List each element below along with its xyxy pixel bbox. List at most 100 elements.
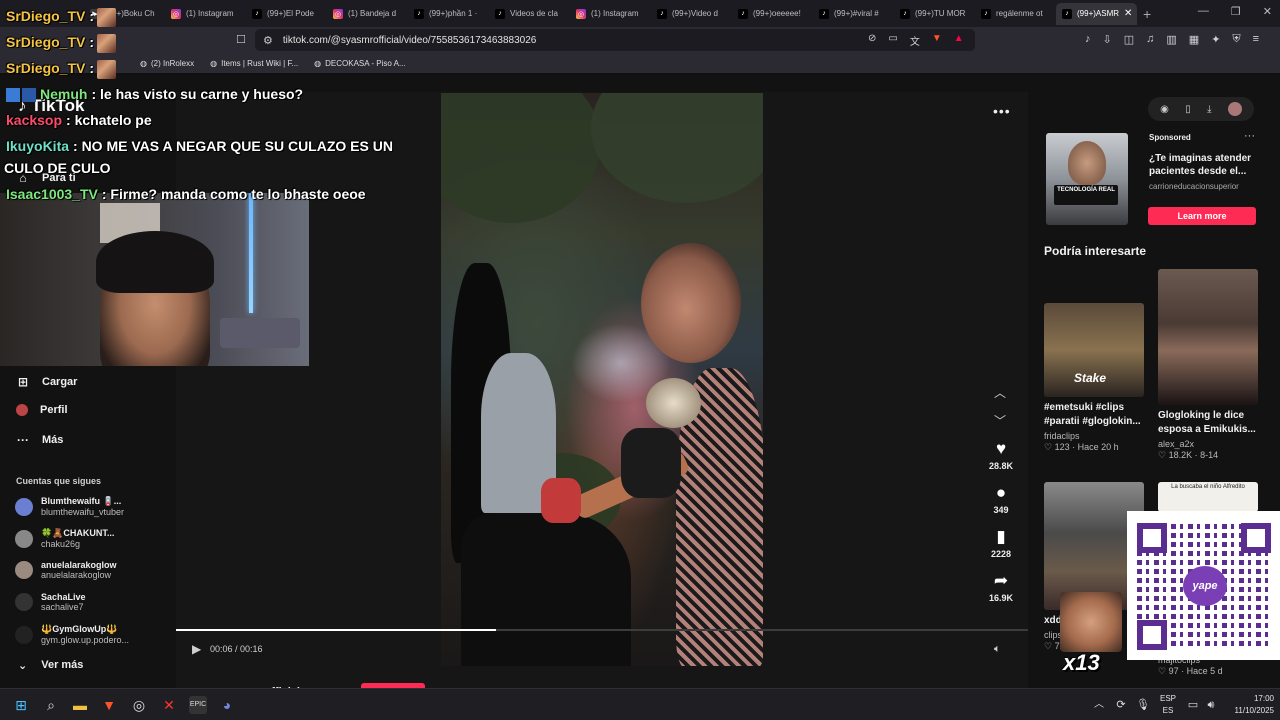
download-icon[interactable]: ⤓ bbox=[1207, 104, 1211, 115]
following-account[interactable]: 🔱GymGlowUp🔱 gym.glow.up.podero... bbox=[15, 624, 129, 645]
suggestion-card[interactable]: La buscaba el niño Alfredito bbox=[1158, 482, 1258, 512]
video-frame[interactable] bbox=[441, 93, 763, 666]
multiplier-text: x13 bbox=[1063, 650, 1100, 675]
browser-tab[interactable]: ♪ regálenme ot bbox=[975, 3, 1056, 25]
sync-icon[interactable]: ⟳ bbox=[1112, 696, 1130, 714]
language-indicator[interactable]: ESP ES bbox=[1160, 693, 1176, 717]
no-tracking-icon[interactable]: ⊘ bbox=[868, 33, 876, 48]
record-icon[interactable]: ◉ bbox=[1160, 104, 1169, 115]
leo-ai-icon[interactable]: ✦ bbox=[1211, 33, 1220, 46]
more-options-icon[interactable]: ••• bbox=[993, 103, 1011, 119]
network-icon[interactable]: ▭ bbox=[1184, 696, 1202, 714]
browser-tab[interactable]: ♪ (99+)TU MOR bbox=[894, 3, 975, 25]
ad-thumbnail[interactable]: TECNOLOGÍA REAL bbox=[1046, 133, 1128, 225]
music-icon[interactable]: ♫ bbox=[1146, 33, 1154, 46]
video-progress-bar[interactable] bbox=[176, 629, 1028, 631]
close-tab-icon[interactable]: ✕ bbox=[1124, 8, 1132, 19]
rewards-icon[interactable]: ▲ bbox=[954, 33, 964, 48]
sponsored-label: Sponsored bbox=[1149, 133, 1191, 142]
share-icon: ➦ bbox=[993, 571, 1009, 590]
ad-title[interactable]: ¿Te imaginas atender pacientes desde el.… bbox=[1149, 152, 1259, 178]
play-icon[interactable]: ▶ bbox=[192, 642, 201, 656]
epic-games-icon[interactable]: EPIC bbox=[189, 696, 207, 714]
chevron-up-icon[interactable]: ︿ bbox=[994, 384, 1006, 401]
browser-tab[interactable]: ◎ (1) Bandeja d bbox=[327, 3, 408, 25]
brave-shield-icon[interactable]: ▼ bbox=[932, 33, 942, 48]
suggestion-thumbnail bbox=[1158, 269, 1258, 405]
translate-icon[interactable]: 文 bbox=[910, 33, 920, 48]
maximize-icon[interactable]: ❐ bbox=[1231, 5, 1241, 18]
browser-tab[interactable]: ♪ (99+)ASMR ✕ bbox=[1056, 2, 1137, 25]
browser-tab[interactable]: ♪ (99+)oeeeee! bbox=[732, 3, 813, 25]
avatar[interactable] bbox=[1227, 102, 1242, 116]
suggestion-card[interactable]: Stake #emetsuki #clips #paratii #gloglok… bbox=[1044, 303, 1144, 453]
following-account[interactable]: anuelalarakoglow anuelalarakoglow bbox=[15, 560, 117, 580]
brave-browser-icon[interactable]: ▼ bbox=[100, 696, 118, 714]
phone-icon[interactable]: ▯ bbox=[1185, 104, 1191, 115]
chat-message: Nemuh: le has visto su carne y hueso? bbox=[6, 86, 303, 103]
speaker-icon[interactable]: 🔊︎ bbox=[1202, 696, 1220, 714]
browser-tab[interactable]: ◎ (1) Instagram bbox=[570, 3, 651, 25]
bookmark-icon[interactable]: ☐ bbox=[236, 33, 246, 46]
following-account[interactable]: Blumthewaifu 🪫... blumthewaifu_vtuber bbox=[15, 496, 124, 517]
close-window-icon[interactable]: ✕ bbox=[1263, 5, 1272, 18]
audio-icon[interactable]: ♪ bbox=[1085, 33, 1091, 46]
app-icon[interactable]: ✕ bbox=[160, 696, 178, 714]
search-icon[interactable]: ⌕ bbox=[42, 696, 60, 714]
ad-account[interactable]: carrioneducacionsuperior bbox=[1149, 182, 1239, 191]
comment-button[interactable]: ● 349 bbox=[984, 483, 1018, 515]
browser-tab[interactable]: ♪ (99+)Video d bbox=[651, 3, 732, 25]
chat-message: IkuyoKita: NO ME VAS A NEGAR QUE SU CULA… bbox=[6, 138, 393, 154]
system-clock[interactable]: 17:00 11/10/2025 bbox=[1235, 693, 1274, 717]
suggestion-card[interactable]: Glogloking le dice esposa a Emikukis... … bbox=[1158, 269, 1258, 461]
bookmark-item[interactable]: ◍ (2) InRolexx bbox=[140, 59, 194, 68]
menu-icon[interactable]: ≡ bbox=[1253, 33, 1259, 46]
browser-tab[interactable]: ◎ (1) Instagram bbox=[165, 3, 246, 25]
browser-tab[interactable]: ♪ (99+)El Pode bbox=[246, 3, 327, 25]
tab-label: (99+)TU MOR bbox=[915, 9, 966, 18]
chevron-up-icon[interactable]: ︿ bbox=[1090, 696, 1108, 714]
sidebar-toggle-icon[interactable]: ▥ bbox=[1166, 33, 1176, 46]
following-account[interactable]: 🍀🧸CHAKUNT... chaku26g bbox=[15, 528, 114, 549]
microphone-icon[interactable]: 🎙︎ bbox=[1134, 696, 1152, 714]
see-more-button[interactable]: ⌄ Ver más bbox=[18, 659, 83, 672]
profile-icon bbox=[16, 404, 28, 416]
volume-icon[interactable]: 🔈︎ bbox=[994, 643, 1001, 656]
following-account[interactable]: SachaLive sachalive7 bbox=[15, 592, 86, 612]
downloads-icon[interactable]: ⇩ bbox=[1103, 33, 1112, 46]
browser-tab[interactable]: ♪ (99+)#viral # bbox=[813, 3, 894, 25]
save-button[interactable]: ▮ 2228 bbox=[984, 527, 1018, 559]
nav-profile[interactable]: Perfil bbox=[16, 404, 68, 416]
minimize-icon[interactable]: — bbox=[1198, 5, 1209, 18]
site-info-icon[interactable]: ⚙ bbox=[263, 34, 273, 47]
browser-tab[interactable]: ♪ Videos de cla bbox=[489, 3, 570, 25]
vpn-icon[interactable]: ⛨ bbox=[1232, 33, 1240, 46]
wallet-icon[interactable]: ◫ bbox=[1124, 33, 1134, 46]
bookmark-item[interactable]: ◍ DECOKASA - Piso A... bbox=[314, 59, 405, 68]
more-options-icon[interactable]: ··· bbox=[1244, 130, 1255, 142]
tab-label: (99+)Video d bbox=[672, 9, 718, 18]
tiktok-icon: ♪ bbox=[414, 8, 424, 19]
new-tab-button[interactable]: + bbox=[1143, 6, 1151, 22]
url-text[interactable]: tiktok.com/@syasmrofficial/video/7558536… bbox=[283, 35, 536, 46]
like-button[interactable]: ♥ 28.8K bbox=[984, 439, 1018, 471]
following-title: Cuentas que sigues bbox=[16, 476, 102, 486]
nav-upload[interactable]: ⊞ Cargar bbox=[16, 375, 78, 389]
chat-message: SrDiego_TV: bbox=[6, 8, 117, 27]
browser-tab[interactable]: ♪ (99+)phần 1 · bbox=[408, 3, 489, 25]
windows-start-icon[interactable]: ⊞ bbox=[12, 696, 30, 714]
chat-message: kacksop: kchatelo pe bbox=[6, 112, 152, 128]
discord-icon[interactable]: ◕ bbox=[218, 696, 236, 714]
tiktok-icon: ♪ bbox=[900, 8, 910, 19]
bookmark-item[interactable]: ◍ Items | Rust Wiki | F... bbox=[210, 59, 298, 68]
address-bar[interactable]: ⚙ tiktok.com/@syasmrofficial/video/75585… bbox=[255, 29, 975, 51]
screen-icon[interactable]: ▭ bbox=[888, 33, 897, 48]
file-explorer-icon[interactable]: ▬ bbox=[71, 696, 89, 714]
wallet-extension-icon[interactable]: ▦ bbox=[1189, 33, 1199, 46]
nav-more[interactable]: ··· Más bbox=[16, 433, 63, 447]
chevron-down-icon[interactable]: ﹀ bbox=[994, 412, 1006, 429]
share-button[interactable]: ➦ 16.9K bbox=[984, 571, 1018, 603]
obs-icon[interactable]: ◎ bbox=[130, 696, 148, 714]
learn-more-button[interactable]: Learn more bbox=[1148, 207, 1256, 225]
instagram-icon: ◎ bbox=[333, 8, 343, 19]
